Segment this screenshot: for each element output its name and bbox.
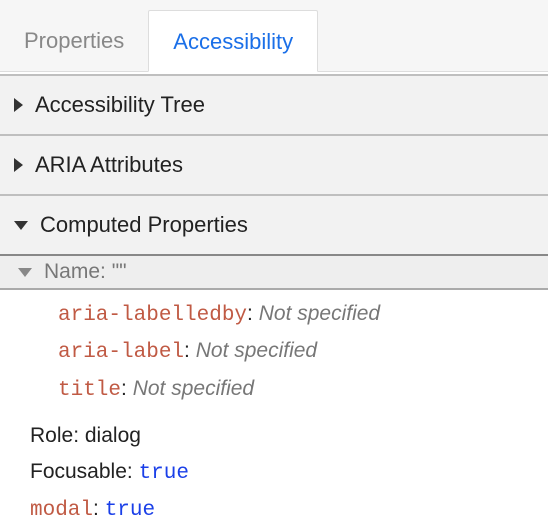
prop-aria-labelledby: aria-labelledby: Not specified — [58, 296, 548, 333]
prop-title: title: Not specified — [58, 371, 548, 408]
tab-properties[interactable]: Properties — [0, 10, 148, 71]
prop-value: Not specified — [259, 302, 380, 325]
prop-modal: modal: true — [30, 491, 548, 526]
prop-value: true — [139, 462, 189, 485]
chevron-down-icon — [14, 221, 28, 230]
tab-accessibility[interactable]: Accessibility — [148, 10, 318, 72]
prop-role: Role: dialog — [30, 418, 548, 453]
prop-value: dialog — [85, 424, 141, 447]
name-row[interactable]: Name: "" — [0, 254, 548, 290]
section-header-accessibility-tree[interactable]: Accessibility Tree — [0, 76, 548, 134]
name-label: Name: — [44, 260, 106, 284]
computed-content: Name: "" aria-labelledby: Not specified … — [0, 254, 548, 526]
chevron-down-icon — [18, 268, 32, 277]
prop-key: aria-labelledby — [58, 304, 247, 327]
section-title: ARIA Attributes — [35, 152, 183, 178]
chevron-right-icon — [14, 158, 23, 172]
tab-bar: Properties Accessibility — [0, 0, 548, 72]
prop-key: Role: — [30, 424, 79, 447]
section-title: Accessibility Tree — [35, 92, 205, 118]
section-accessibility-tree: Accessibility Tree — [0, 74, 548, 134]
name-value: "" — [112, 260, 127, 284]
prop-value: Not specified — [196, 339, 317, 362]
name-sources: aria-labelledby: Not specified aria-labe… — [0, 290, 548, 414]
section-header-aria-attributes[interactable]: ARIA Attributes — [0, 136, 548, 194]
prop-focusable: Focusable: true — [30, 454, 548, 491]
chevron-right-icon — [14, 98, 23, 112]
section-header-computed-properties[interactable]: Computed Properties — [0, 196, 548, 254]
prop-key: aria-label — [58, 341, 184, 364]
prop-key: modal — [30, 499, 93, 522]
prop-value: true — [105, 499, 155, 522]
prop-key: Focusable: — [30, 460, 133, 483]
root-props: Role: dialog Focusable: true modal: true — [0, 414, 548, 526]
prop-aria-label: aria-label: Not specified — [58, 333, 548, 370]
section-aria-attributes: ARIA Attributes — [0, 134, 548, 194]
prop-value: Not specified — [133, 377, 254, 400]
section-computed-properties: Computed Properties Name: "" aria-labell… — [0, 194, 548, 526]
section-title: Computed Properties — [40, 212, 248, 238]
prop-key: title — [58, 379, 121, 402]
